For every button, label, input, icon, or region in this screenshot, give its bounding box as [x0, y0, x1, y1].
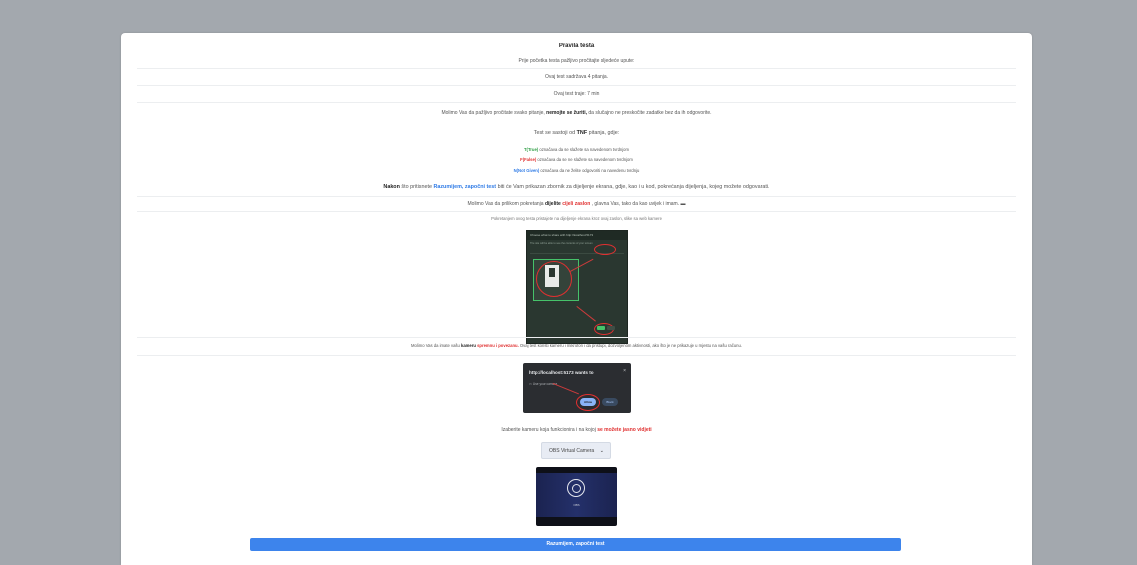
question-count-text: Ovaj test sadržava 4 pitanja.	[544, 74, 609, 80]
read-carefully-text: Molimo Vas da pažljivo pročitate svako p…	[441, 110, 712, 116]
divider	[137, 85, 1016, 86]
camera-select[interactable]: OBS Virtual Camera ⌄	[541, 442, 611, 459]
camera-preview: OBS	[536, 467, 617, 526]
permission-url-text: http://localhost:5173 wants to	[529, 370, 594, 375]
after-start-text: Nakon što pritisnete Razumijem, započni …	[383, 184, 770, 190]
block-button-icon: Block	[602, 398, 618, 406]
camera-permission-image: http://localhost:5173 wants to × ▭ Use y…	[523, 363, 631, 413]
share-dialog-titlebar: Choose what to share with http://localho…	[527, 231, 627, 240]
divider	[137, 68, 1016, 69]
tnf-notgiven-item: N(Not Given) označava da ne želite odgov…	[513, 168, 640, 173]
start-test-button[interactable]: Razumijem, započni test	[250, 538, 901, 551]
divider	[137, 102, 1016, 103]
camera-icon: ▭	[529, 382, 533, 386]
share-screen-text: Molimo Vas da prilikom pokretanja dijeli…	[467, 201, 686, 207]
highlight-ring-icon	[536, 261, 572, 297]
share-button-icon	[597, 326, 605, 330]
rules-card: Pravila testa Prije početka testa pažlji…	[121, 33, 1032, 565]
duration-text: Ovaj test traje: 7 min	[553, 91, 600, 97]
share-hint-text: Pokretanjem ovog testa pristajete na dij…	[491, 216, 662, 221]
screen-share-instruction-image: Choose what to share with http://localho…	[526, 230, 628, 344]
tnf-false-item: F(False) označava da se ne slažete sa na…	[520, 157, 633, 162]
divider	[137, 355, 1016, 356]
obs-logo-icon	[567, 479, 585, 497]
tnf-true-item: T(True) označava da se slažete sa navede…	[524, 147, 629, 152]
close-icon: ×	[623, 368, 626, 374]
share-dialog-subtitle: The site will be able to see the content…	[530, 242, 593, 245]
camera-select-value: OBS Virtual Camera	[549, 448, 595, 454]
highlight-ring-icon	[576, 394, 600, 411]
chevron-down-icon: ⌄	[599, 448, 604, 454]
tnf-intro-text: Test se sastoji od TNF pitanja, gdje:	[533, 130, 620, 136]
divider	[137, 196, 1016, 197]
divider	[137, 211, 1016, 212]
highlight-ring-icon	[594, 244, 616, 255]
camera-ready-text: Molimo Vas da imate vašu kameru spremnu …	[411, 343, 742, 348]
intro-text: Prije početka testa pažljivo pročitajte …	[518, 58, 635, 64]
page-title: Pravila testa	[558, 43, 595, 49]
choose-camera-text: Izaberite kameru koja funkcionira i na k…	[501, 427, 652, 433]
arrow-icon	[576, 306, 596, 322]
arrow-icon	[552, 383, 579, 395]
divider	[137, 337, 1016, 338]
camera-preview-label: OBS	[573, 503, 580, 507]
cancel-button-icon	[607, 326, 615, 330]
